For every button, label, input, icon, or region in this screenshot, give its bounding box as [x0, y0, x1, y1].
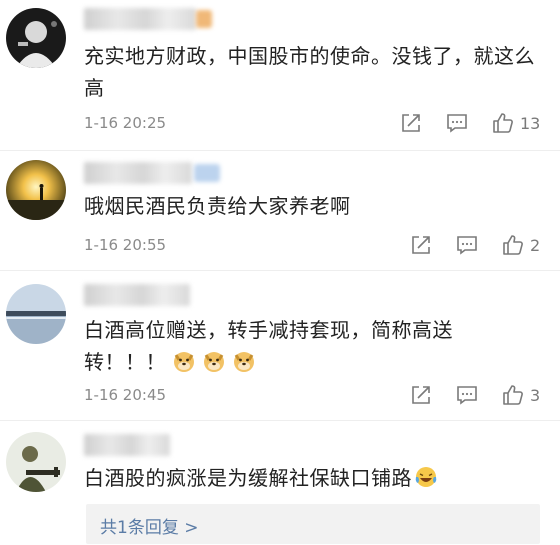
doge-icon — [232, 349, 256, 373]
comment-text-line-2-text: 转！！！ — [84, 350, 166, 374]
avatar-image — [6, 8, 66, 68]
comment-time: 1-16 20:45 — [84, 386, 167, 404]
thumbs-up-icon — [503, 385, 523, 405]
crying-laughing-icon — [414, 465, 438, 489]
avatar[interactable] — [6, 432, 66, 492]
comment-text: 白酒股的疯涨是为缓解社保缺口铺路 — [84, 462, 544, 494]
comment-text: 哦烟民酒民负责给大家养老啊 — [84, 194, 351, 218]
like-count: 2 — [530, 235, 541, 255]
thumbs-up-icon — [493, 113, 513, 133]
avatar-image — [6, 160, 66, 220]
username-blurred[interactable] — [84, 162, 192, 184]
comment-3: 白酒高位赠送，转手减持套现，简称高送 转！！！ 1-16 20:45 3 — [0, 270, 560, 420]
comment-icon — [447, 114, 467, 133]
username-blurred[interactable] — [84, 8, 196, 30]
avatar[interactable] — [6, 8, 66, 68]
comment-1: 充实地方财政，中国股市的使命。没钱了，就这么高 1-16 20:25 13 — [0, 0, 560, 150]
thumbs-up-icon — [503, 235, 523, 255]
comment-time: 1-16 20:55 — [84, 236, 167, 254]
user-badge-blurred — [196, 10, 212, 28]
comment-button[interactable] — [456, 384, 478, 406]
comment-text: 白酒高位赠送，转手减持套现，简称高送 转！！！ — [84, 314, 544, 378]
share-icon — [412, 236, 430, 254]
reply-summary-bar[interactable]: 共1条回复 > — [86, 504, 540, 544]
comment-text-line-1: 白酒高位赠送，转手减持套现，简称高送 — [84, 318, 453, 342]
doge-icon — [172, 349, 196, 373]
view-replies-link[interactable]: 共1条回复 > — [100, 513, 198, 538]
avatar-image — [6, 284, 66, 344]
share-button[interactable] — [410, 234, 432, 256]
comment-button[interactable] — [446, 112, 468, 134]
share-icon — [402, 114, 420, 132]
share-button[interactable] — [400, 112, 422, 134]
comment-text-content: 白酒股的疯涨是为缓解社保缺口铺路 — [84, 466, 412, 490]
username-blurred[interactable] — [84, 434, 170, 456]
comment-icon — [457, 236, 477, 255]
comment-button[interactable] — [456, 234, 478, 256]
avatar-image — [6, 432, 66, 492]
comment-2: 哦烟民酒民负责给大家养老啊 1-16 20:55 2 — [0, 150, 560, 270]
like-button[interactable]: 3 — [502, 384, 540, 406]
share-button[interactable] — [410, 384, 432, 406]
comment-time: 1-16 20:25 — [84, 114, 167, 132]
user-badge-blurred — [194, 164, 220, 182]
comment-icon — [457, 386, 477, 405]
comment-4: 白酒股的疯涨是为缓解社保缺口铺路 共1条回复 > — [0, 420, 560, 545]
avatar[interactable] — [6, 284, 66, 344]
like-count: 3 — [530, 385, 541, 405]
like-count: 13 — [520, 113, 541, 133]
like-button[interactable]: 2 — [502, 234, 540, 256]
like-button[interactable]: 13 — [492, 112, 540, 134]
avatar[interactable] — [6, 160, 66, 220]
doge-icon — [202, 349, 226, 373]
comment-text: 充实地方财政，中国股市的使命。没钱了，就这么高 — [84, 44, 535, 100]
share-icon — [412, 386, 430, 404]
comment-text-line-2: 转！！！ — [84, 346, 544, 378]
username-blurred[interactable] — [84, 284, 190, 306]
